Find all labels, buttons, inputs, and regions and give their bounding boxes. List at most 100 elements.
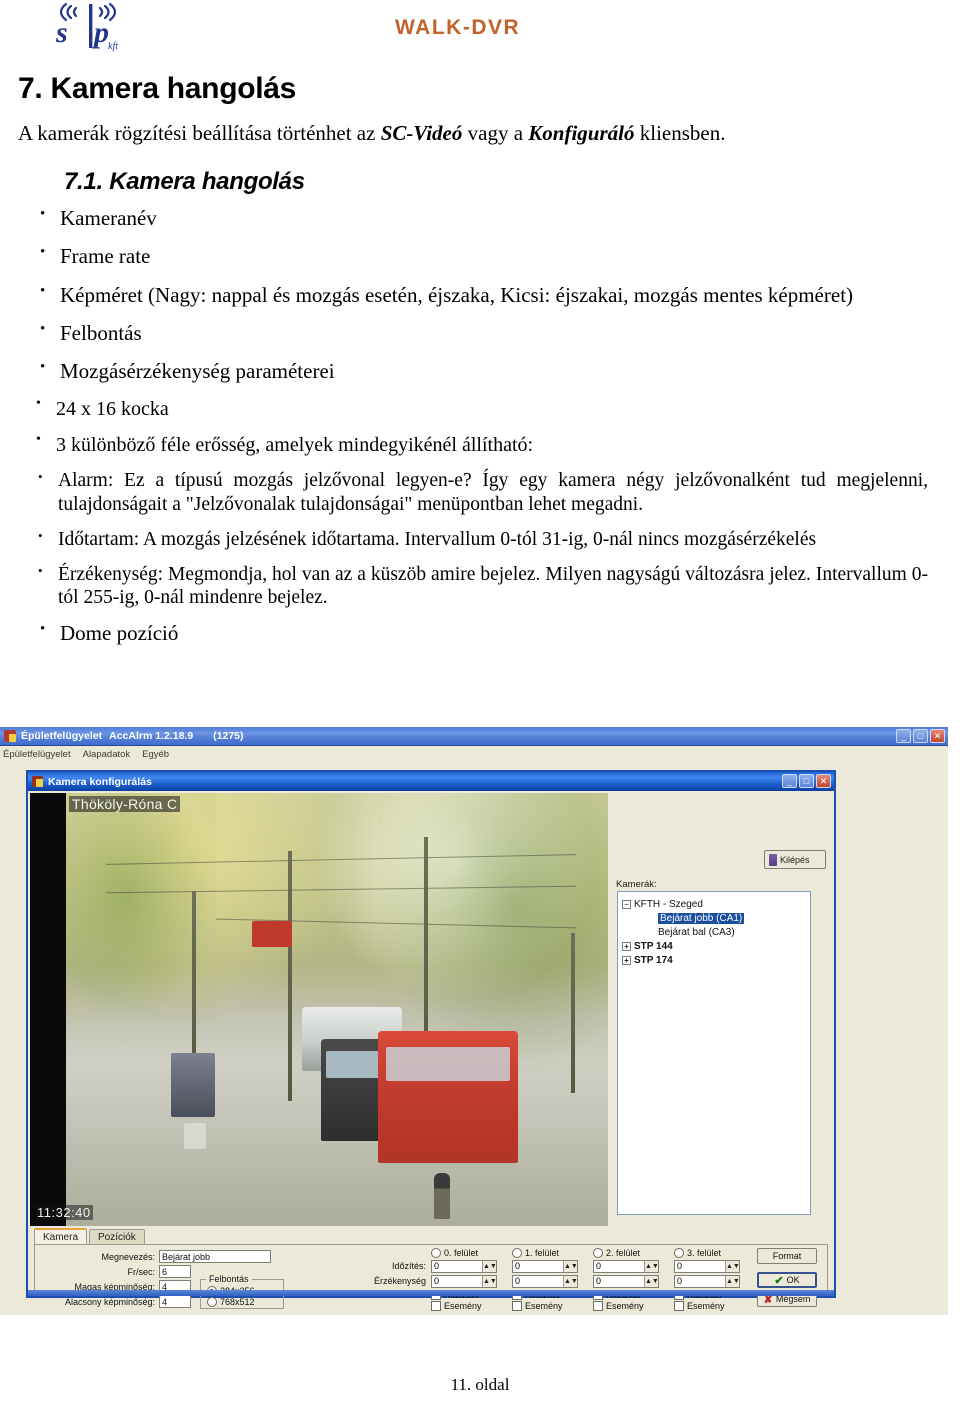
surface-radio-row-1[interactable]: 1. felület: [512, 1248, 588, 1258]
tree-node-stp-174[interactable]: + STP 174: [622, 953, 806, 967]
application-icon: [4, 730, 16, 742]
checkbox-icon[interactable]: [593, 1301, 603, 1311]
camera-video-preview[interactable]: Thököly-Róna C 11:32:40: [30, 793, 608, 1226]
surface-label: 0. felület: [444, 1248, 479, 1258]
surface-column-3: 3. felület 0 ▲▼ 0 ▲▼ Riasztás: [674, 1248, 750, 1311]
format-button-label: Format: [772, 1251, 802, 1261]
check-icon: ✔: [774, 1274, 784, 1287]
intro-bold-sc-video: SC-Videó: [380, 121, 463, 145]
camera-configuration-window: Kamera konfigurálás _ □ ✕ Thököly-Róna C…: [26, 770, 836, 1311]
tree-node-bejarat-jobb[interactable]: Bejárat jobb (CA1): [622, 911, 806, 925]
menu-item-epuletfelugyelet[interactable]: Épületfelügyelet: [3, 749, 71, 760]
resolution-option-label: 768x512: [220, 1297, 255, 1307]
radio-icon[interactable]: [512, 1248, 522, 1258]
bus-red: [378, 1031, 518, 1163]
tree-node-label: STP 174: [634, 954, 673, 966]
low-quality-input[interactable]: 4: [159, 1295, 191, 1308]
resolution-option-768x512[interactable]: 768x512: [207, 1297, 255, 1307]
tree-node-stp-144[interactable]: + STP 144: [622, 939, 806, 953]
ok-button[interactable]: ✔ OK: [757, 1272, 817, 1288]
tree-node-kfth-szeged[interactable]: − KFTH - Szeged: [622, 897, 806, 911]
frsec-label: Fr/sec:: [127, 1266, 155, 1277]
spinner-arrows-icon[interactable]: ▲▼: [725, 1261, 740, 1272]
exit-button[interactable]: Kilépés: [764, 850, 826, 869]
format-button[interactable]: Format: [757, 1248, 817, 1264]
list-item: Képméret (Nagy: nappal és mozgás esetén,…: [36, 282, 960, 308]
close-icon[interactable]: ✕: [816, 774, 831, 788]
embedded-application-screenshot: Épületfelügyelet AccAlrm 1.2.18.9 (1275)…: [0, 727, 948, 1315]
document-body: 7. Kamera hangolás A kamerák rögzítési b…: [0, 60, 960, 659]
expand-icon[interactable]: +: [622, 956, 631, 965]
spinner-arrows-icon[interactable]: ▲▼: [482, 1276, 497, 1287]
sensitivity-spinner-3[interactable]: 0 ▲▼: [674, 1275, 740, 1288]
street-sign: [252, 921, 292, 947]
stp-logo-icon: s p kft: [55, 2, 118, 52]
sensitivity-spinner-1[interactable]: 0 ▲▼: [512, 1275, 578, 1288]
frsec-input[interactable]: 6: [159, 1265, 191, 1278]
tree-node-label: STP 144: [634, 940, 673, 952]
surface-radio-row-2[interactable]: 2. felület: [593, 1248, 669, 1258]
menu-item-alapadatok[interactable]: Alapadatok: [83, 749, 131, 760]
checkbox-icon[interactable]: [674, 1301, 684, 1311]
event-checkbox-row-1[interactable]: Esemény: [512, 1301, 588, 1311]
checkbox-icon[interactable]: [512, 1301, 522, 1311]
svg-text:s: s: [55, 16, 68, 49]
collapse-icon[interactable]: −: [622, 900, 631, 909]
event-checkbox-row-3[interactable]: Esemény: [674, 1301, 750, 1311]
tree-node-bejarat-bal[interactable]: Bejárat bal (CA3): [622, 925, 806, 939]
event-checkbox-row-2[interactable]: Esemény: [593, 1301, 669, 1311]
spinner-arrows-icon[interactable]: ▲▼: [644, 1276, 659, 1287]
video-timestamp: 11:32:40: [35, 1205, 93, 1220]
restore-icon[interactable]: □: [913, 729, 928, 743]
timing-spinner-0[interactable]: 0 ▲▼: [431, 1260, 497, 1273]
name-field-row: Megnevezés: Bejárat jobb: [79, 1250, 271, 1263]
radio-icon[interactable]: [207, 1297, 217, 1307]
radio-icon[interactable]: [431, 1248, 441, 1258]
camera-selection-panel: Kilépés Kamerák: − KFTH - Szeged Bejárat…: [612, 793, 834, 1226]
checkbox-icon[interactable]: [431, 1301, 441, 1311]
tree-node-label: Bejárat jobb (CA1): [658, 912, 745, 924]
spinner-arrows-icon[interactable]: ▲▼: [644, 1261, 659, 1272]
restore-icon[interactable]: □: [799, 774, 814, 788]
surface-radio-row-0[interactable]: 0. felület: [431, 1248, 507, 1258]
timing-spinner-3[interactable]: 0 ▲▼: [674, 1260, 740, 1273]
tab-kamera[interactable]: Kamera: [34, 1228, 88, 1245]
spinner-arrows-icon[interactable]: ▲▼: [563, 1276, 578, 1287]
event-checkbox-row-0[interactable]: Esemény: [431, 1301, 507, 1311]
name-input[interactable]: Bejárat jobb: [159, 1250, 271, 1263]
radio-icon[interactable]: [593, 1248, 603, 1258]
bullet-list-level1-tail: Dome pozíció: [0, 620, 960, 646]
minimize-icon[interactable]: _: [782, 774, 797, 788]
event-label: Esemény: [606, 1301, 644, 1311]
low-quality-label: Alacsony képminőség:: [64, 1296, 155, 1307]
menu-item-egyeb[interactable]: Egyéb: [142, 749, 169, 760]
surface-label: 3. felület: [687, 1248, 722, 1258]
bullet-list-level3: Alarm: Ez a típusú mozgás jelzővonal leg…: [0, 469, 960, 610]
sensitivity-value: 0: [515, 1276, 521, 1286]
sensitivity-spinner-0[interactable]: 0 ▲▼: [431, 1275, 497, 1288]
spinner-arrows-icon[interactable]: ▲▼: [563, 1261, 578, 1272]
cameras-label: Kamerák:: [616, 879, 657, 890]
inner-window-titlebar: Kamera konfigurálás _ □ ✕: [28, 772, 834, 791]
list-item: Mozgásérzékenység paraméterei: [36, 358, 960, 384]
utility-pole: [288, 851, 292, 1101]
sensitivity-value: 0: [434, 1276, 440, 1286]
event-label: Esemény: [525, 1301, 563, 1311]
radio-icon[interactable]: [674, 1248, 684, 1258]
timing-spinner-2[interactable]: 0 ▲▼: [593, 1260, 659, 1273]
timing-spinner-1[interactable]: 0 ▲▼: [512, 1260, 578, 1273]
timing-value: 0: [596, 1261, 602, 1271]
tab-poziciok[interactable]: Pozíciók: [89, 1229, 145, 1245]
list-item: Felbontás: [36, 320, 960, 346]
spinner-arrows-icon[interactable]: ▲▼: [725, 1276, 740, 1287]
tree-node-label: KFTH - Szeged: [634, 898, 703, 910]
close-icon[interactable]: ✕: [930, 729, 945, 743]
expand-icon[interactable]: +: [622, 942, 631, 951]
surface-radio-row-3[interactable]: 3. felület: [674, 1248, 750, 1258]
sensitivity-spinner-2[interactable]: 0 ▲▼: [593, 1275, 659, 1288]
camera-tree[interactable]: − KFTH - Szeged Bejárat jobb (CA1) Bejár…: [617, 891, 811, 1215]
list-item: Alarm: Ez a típusú mozgás jelzővonal leg…: [34, 469, 928, 517]
page-footer: 11. oldal: [450, 1375, 510, 1394]
spinner-arrows-icon[interactable]: ▲▼: [482, 1261, 497, 1272]
minimize-icon[interactable]: _: [896, 729, 911, 743]
